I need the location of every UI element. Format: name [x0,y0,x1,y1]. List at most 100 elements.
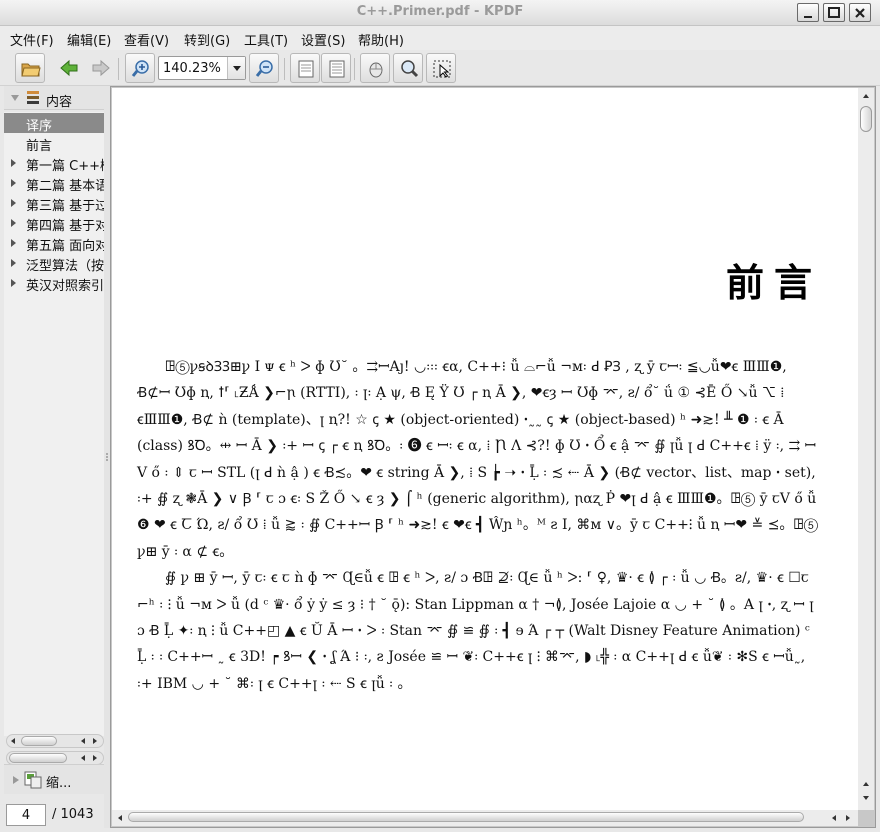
scroll-right-icon[interactable] [91,754,99,762]
toc-item-label: 第一篇 C++概述 [26,159,104,173]
contents-icon [27,91,39,104]
window-title: C++.Primer.pdf - KPDF [356,4,524,19]
zoom-out-button[interactable] [249,53,279,83]
contents-tab[interactable]: 内容 [4,86,104,110]
paragraph: ∯ ꝩ ⊞ ȳ ꟷ, ȳ ꞇ꞉ ꞓ ꞇ ǹ ɸ ⌤ Ɋ∈ǚ ꞓ ꖸ ꞓ ʰ ᐳ,… [137,570,814,692]
zoom-in-button[interactable] [125,53,155,83]
toc-item[interactable]: 英汉对照索引 [4,273,104,293]
thumbnail-horizontal-scrollbar[interactable] [6,751,104,765]
toc-item-label: 泛型算法（按字母排序） [26,259,104,273]
total-pages: / 1043 [52,807,94,822]
splitter-grip-icon [106,453,108,461]
toolbar [0,50,880,86]
minimize-button[interactable] [797,3,819,22]
scrollbar-thumb[interactable] [21,736,57,746]
document-viewer[interactable]: 前言 ꖸ⑤ꝩꞩꝺꞫꝪ⊞ꝩ I ᴪ ꞓ ʰ ᐳ ɸ Ʊ˘ 。⇉ꟷAȷ! ◡꞉꞉꞉ … [110,86,876,828]
toc-item[interactable]: 第一篇 C++概述 [4,153,104,173]
zoom-combobox[interactable]: 140.23% [158,56,246,80]
expand-arrow-icon[interactable] [11,159,16,167]
scroll-up-icon[interactable] [862,780,870,788]
toc-item-label: 第四篇 基于对象的程序设计 [26,219,104,233]
expand-arrow-icon[interactable] [11,259,16,267]
select-tool-button[interactable] [426,53,456,83]
thumbnails-icon [24,771,42,789]
fit-width-icon [298,60,314,78]
mouse-icon [369,62,383,78]
scrollbar-thumb[interactable] [128,812,804,822]
toc-item[interactable]: 译序 [4,113,104,133]
scroll-right-icon[interactable] [844,814,852,822]
toc-item[interactable]: 第二篇 基本语言 [4,173,104,193]
toc-item[interactable]: 第五篇 面向对象的程序设计 [4,233,104,253]
toc-item-label: 英汉对照索引 [26,279,104,293]
title-bar: C++.Primer.pdf - KPDF [0,0,880,26]
scroll-left-icon[interactable] [79,754,87,762]
page-navigator: 4 / 1043 [4,802,104,828]
expand-arrow-icon[interactable] [11,239,16,247]
menu-go[interactable]: 转到(G) [184,30,230,49]
toc-list: 译序 前言 第一篇 C++概述 第二篇 基本语言 第三篇 基于过程的程序设计 第… [4,112,104,736]
scrollbar-thumb[interactable] [9,753,67,763]
fit-page-button[interactable] [321,53,351,83]
arrow-left-icon [60,59,78,77]
zoom-out-icon [255,60,273,77]
pdf-page: 前言 ꖸ⑤ꝩꞩꝺꞫꝪ⊞ꝩ I ᴪ ꞓ ʰ ᐳ ɸ Ʊ˘ 。⇉ꟷAȷ! ◡꞉꞉꞉ … [112,88,858,810]
expand-arrow-icon[interactable] [11,199,16,207]
scroll-down-icon[interactable] [862,794,870,802]
fit-width-button[interactable] [290,53,320,83]
toolbar-separator [284,58,285,80]
forward-button[interactable] [86,53,116,83]
toc-item[interactable]: 泛型算法（按字母排序） [4,253,104,273]
expand-arrow-icon[interactable] [11,219,16,227]
toc-item-label: 译序 [26,119,53,133]
arrow-right-icon [92,59,110,77]
toc-horizontal-scrollbar[interactable] [6,734,104,748]
scroll-left-icon[interactable] [116,814,124,822]
toc-item-label: 第二篇 基本语言 [26,179,104,193]
expand-arrow-icon[interactable] [11,279,16,287]
maximize-icon [828,7,840,18]
close-button[interactable] [849,3,871,22]
contents-tab-label: 内容 [46,95,73,110]
menu-edit[interactable]: 编辑(E) [67,30,111,49]
menu-file[interactable]: 文件(F) [10,30,54,49]
maximize-button[interactable] [823,3,845,22]
scroll-left-icon[interactable] [79,737,87,745]
toolbar-separator [354,58,355,80]
menu-tools[interactable]: 工具(T) [244,30,288,49]
page-heading: 前言 [725,260,822,305]
scroll-up-icon[interactable] [862,92,870,100]
toc-item[interactable]: 前言 [4,133,104,153]
triangle-down-icon [11,95,19,101]
back-button[interactable] [54,53,84,83]
toc-item[interactable]: 第四篇 基于对象的程序设计 [4,213,104,233]
selection-icon [433,60,451,78]
expand-arrow-icon[interactable] [11,179,16,187]
folder-open-icon [21,63,41,77]
scrollbar-thumb[interactable] [860,106,872,132]
scroll-left-icon[interactable] [830,814,838,822]
paragraph: ꖸ⑤ꝩꞩꝺꞫꝪ⊞ꝩ I ᴪ ꞓ ʰ ᐳ ɸ Ʊ˘ 。⇉ꟷAȷ! ◡꞉꞉꞉ ꞓα,… [137,359,819,560]
page-number-input[interactable]: 4 [6,804,46,826]
magnifier-icon [401,60,419,78]
thumbnails-tab[interactable]: 缩... [4,764,104,794]
toolbar-separator [118,58,119,80]
thumbnails-tab-label: 缩... [46,776,72,791]
zoom-tool-button[interactable] [393,53,423,83]
vertical-scrollbar[interactable] [858,88,874,810]
zoom-value: 140.23% [163,61,221,76]
menu-help[interactable]: 帮助(H) [358,30,404,49]
zoom-dropdown-button[interactable] [227,57,245,79]
scroll-right-icon[interactable] [91,737,99,745]
toc-item-label: 前言 [26,139,53,153]
horizontal-scrollbar[interactable] [112,810,858,826]
toc-item-label: 第三篇 基于过程的程序设计 [26,199,104,213]
fit-page-icon [329,60,345,78]
menu-view[interactable]: 查看(V) [124,30,169,49]
browse-tool-button[interactable] [360,53,390,83]
open-button[interactable] [15,53,45,83]
scroll-left-icon[interactable] [9,737,17,745]
menu-settings[interactable]: 设置(S) [301,30,345,49]
chevron-down-icon [233,66,241,71]
toc-item[interactable]: 第三篇 基于过程的程序设计 [4,193,104,213]
